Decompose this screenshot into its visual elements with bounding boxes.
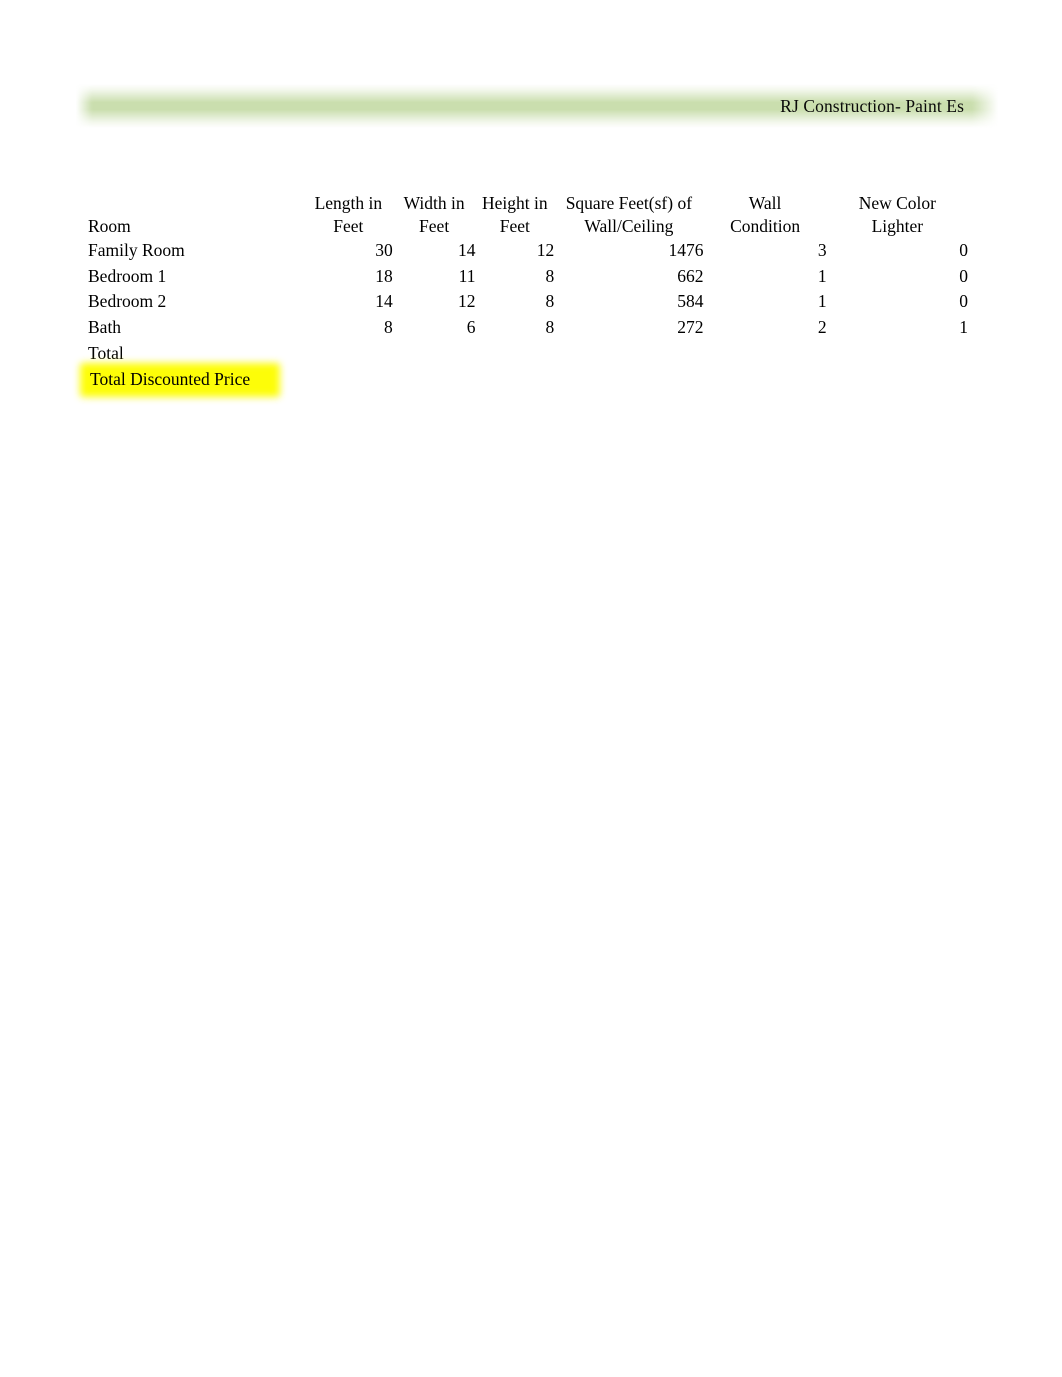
- cell-discount-sqft: [554, 366, 703, 394]
- cell-length: 18: [375, 265, 393, 286]
- cell-height: 8: [545, 291, 555, 312]
- column-header-width: Width in Feet: [393, 192, 476, 238]
- cell-total-discounted-price-label: Total Discounted Price: [88, 366, 304, 394]
- cell-discount-length: [304, 366, 393, 394]
- column-header-new-color: New Color Lighter: [827, 192, 968, 238]
- column-header-width-line1: Width in: [403, 193, 465, 213]
- cell-room: Bedroom 2: [88, 291, 167, 312]
- cell-total-condition: [704, 341, 827, 367]
- table-header: Room Length in Feet Width in Feet Height…: [88, 192, 968, 238]
- table-body: Family Room 30 14 12 1476 3 0 Bedroom 1 …: [88, 238, 968, 394]
- column-header-height: Height in Feet: [476, 192, 555, 238]
- table-row-total-discounted-price: Total Discounted Price: [88, 366, 968, 394]
- cell-room: Bedroom 1: [88, 265, 167, 286]
- cell-width: 11: [458, 265, 476, 286]
- table-row: Bedroom 2 14 12 8 584 1 0: [88, 289, 968, 315]
- cell-discount-newcolor: [827, 366, 968, 394]
- table-header-row: Room Length in Feet Width in Feet Height…: [88, 192, 968, 238]
- column-header-wall-condition: Wall Condition: [704, 192, 827, 238]
- table-row: Family Room 30 14 12 1476 3 0: [88, 238, 968, 264]
- column-header-height-line2: Feet: [499, 216, 530, 236]
- cell-length: 14: [375, 291, 393, 312]
- cell-newcolor: 1: [959, 317, 968, 338]
- cell-room: Family Room: [88, 240, 185, 261]
- cell-newcolor: 0: [959, 291, 968, 312]
- cell-total-newcolor: [827, 341, 968, 367]
- column-header-new-color-line1: New Color: [858, 193, 936, 213]
- cell-newcolor: 0: [959, 265, 968, 286]
- cell-total-height: [476, 341, 555, 367]
- cell-newcolor: 0: [959, 240, 968, 261]
- cell-total-sqft: [554, 341, 703, 367]
- cell-total-width: [393, 341, 476, 367]
- column-header-length-line2: Feet: [333, 216, 364, 236]
- cell-sqft: 584: [677, 291, 704, 312]
- cell-room: Bath: [88, 317, 122, 338]
- cell-height: 8: [545, 317, 555, 338]
- cell-width: 12: [458, 291, 476, 312]
- column-header-square-feet-line2: Wall/Ceiling: [584, 216, 674, 236]
- column-header-square-feet-line1: Square Feet(sf) of: [565, 193, 693, 213]
- table-row: Bath 8 6 8 272 2 1: [88, 315, 968, 341]
- column-header-wall-condition-line2: Condition: [730, 216, 801, 236]
- cell-condition: 1: [817, 291, 827, 312]
- column-header-square-feet: Square Feet(sf) of Wall/Ceiling: [554, 192, 703, 238]
- header-banner: RJ Construction- Paint Es: [76, 84, 998, 128]
- column-header-room: Room: [88, 192, 304, 238]
- cell-sqft: 272: [677, 317, 704, 338]
- paint-estimate-table: Room Length in Feet Width in Feet Height…: [88, 192, 968, 394]
- cell-width: 6: [466, 317, 476, 338]
- cell-length: 8: [384, 317, 393, 338]
- cell-discount-height: [476, 366, 555, 394]
- cell-discount-condition: [704, 366, 827, 394]
- cell-length: 30: [375, 240, 393, 261]
- column-header-room-line2: Room: [88, 216, 131, 236]
- cell-height: 8: [545, 265, 555, 286]
- cell-condition: 2: [817, 317, 827, 338]
- cell-total-length: [304, 341, 393, 367]
- highlighted-label: Total Discounted Price: [88, 366, 254, 394]
- page-title: RJ Construction- Paint Es: [780, 96, 964, 116]
- column-header-length: Length in Feet: [304, 192, 393, 238]
- column-header-new-color-line2: Lighter: [871, 216, 924, 236]
- cell-width: 14: [458, 240, 476, 261]
- cell-condition: 1: [817, 265, 827, 286]
- cell-sqft: 662: [677, 265, 704, 286]
- cell-discount-width: [393, 366, 476, 394]
- column-header-length-line1: Length in: [314, 193, 383, 213]
- table-row: Bedroom 1 18 11 8 662 1 0: [88, 264, 968, 290]
- column-header-width-line2: Feet: [419, 216, 450, 236]
- cell-sqft: 1476: [668, 240, 704, 261]
- column-header-wall-condition-line1: Wall: [748, 193, 782, 213]
- cell-condition: 3: [817, 240, 827, 261]
- paint-estimate-sheet: Room Length in Feet Width in Feet Height…: [88, 192, 968, 394]
- column-header-height-line1: Height in: [482, 193, 548, 213]
- cell-height: 12: [536, 240, 555, 261]
